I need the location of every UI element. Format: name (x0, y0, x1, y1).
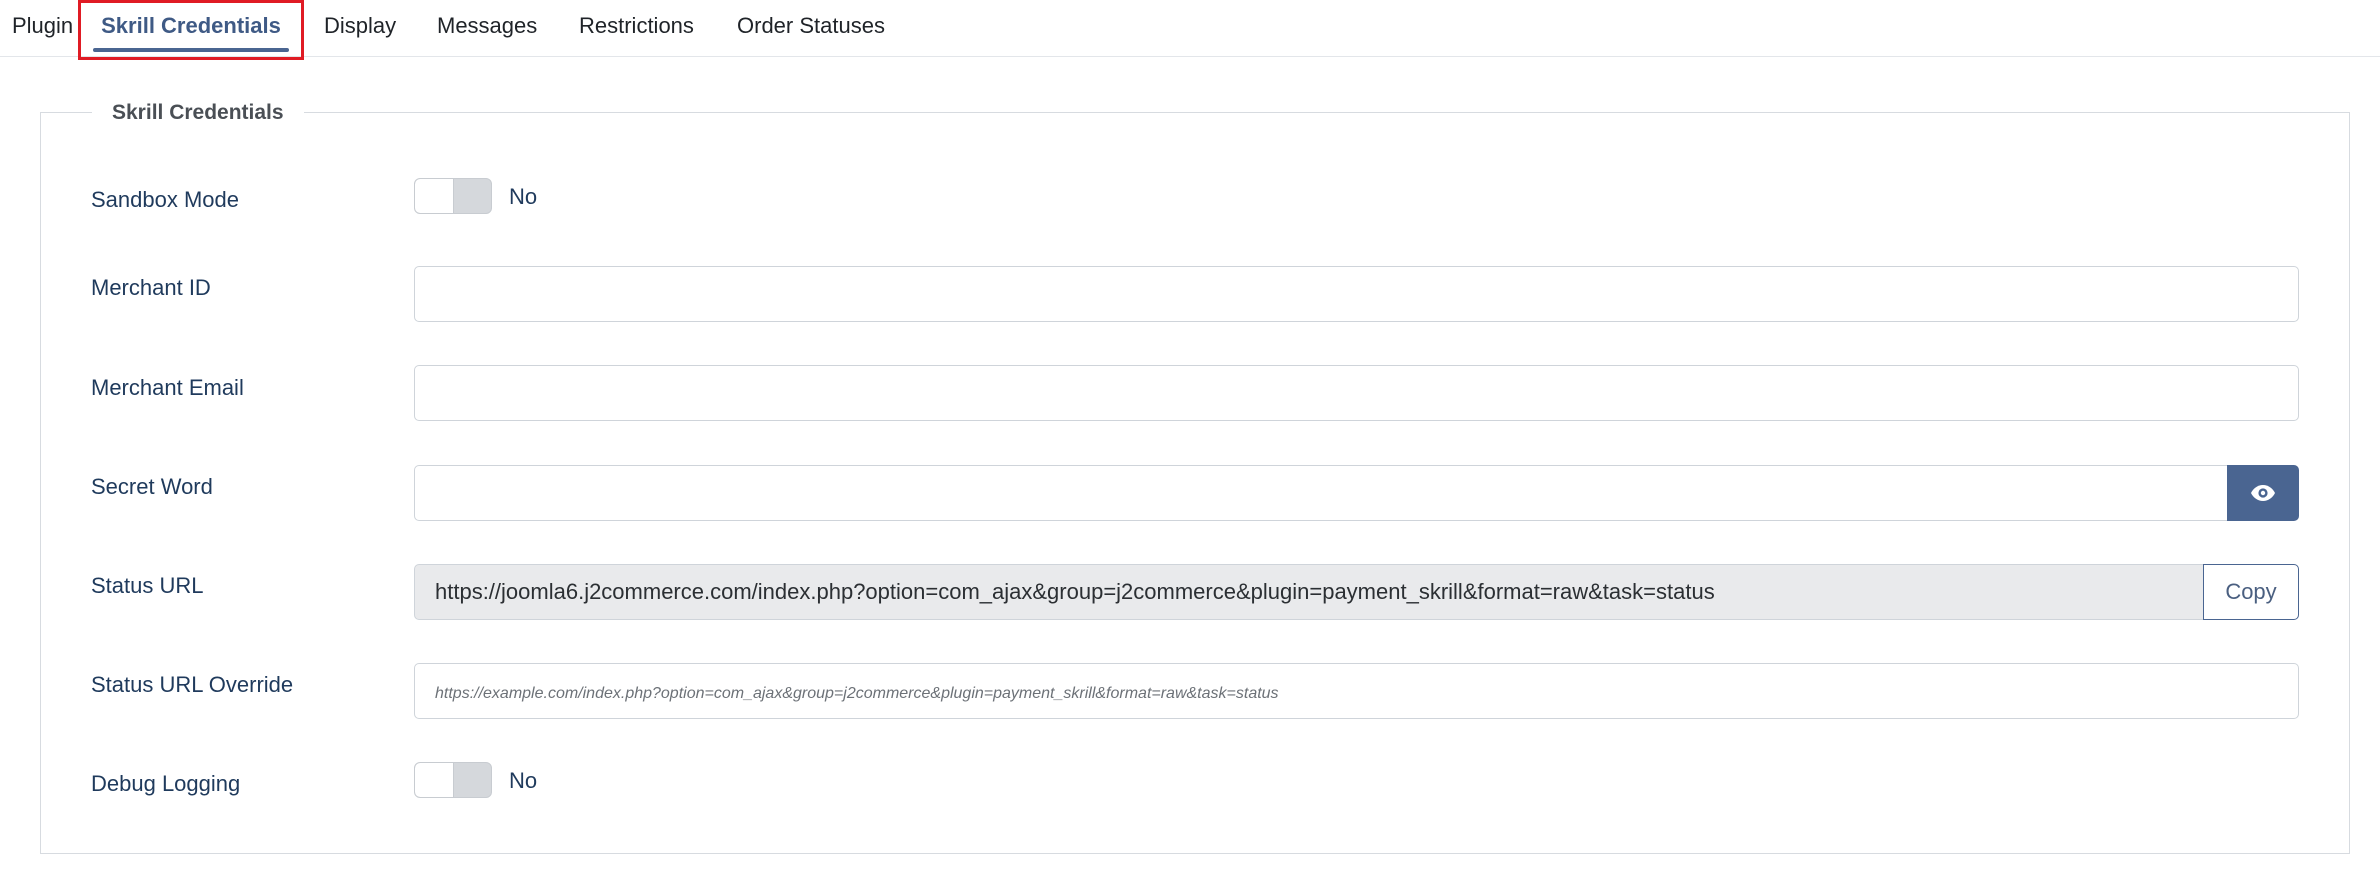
secret-word-field[interactable] (414, 465, 2228, 521)
merchant-email-field[interactable] (414, 365, 2299, 421)
sandbox-mode-state: No (509, 184, 538, 209)
status-url-override-label: Status URL Override (91, 672, 294, 697)
sandbox-mode-label: Sandbox Mode (91, 187, 239, 212)
fieldset-legend: Skrill Credentials (92, 98, 304, 128)
merchant-email-label: Merchant Email (91, 375, 244, 400)
debug-logging-label: Debug Logging (91, 771, 241, 796)
show-password-button[interactable] (2227, 465, 2299, 521)
switch-knob (415, 179, 454, 213)
switch-knob (415, 763, 454, 797)
tab-display[interactable]: Display (324, 0, 396, 52)
tab-plugin[interactable]: Plugin (12, 0, 73, 52)
copy-button[interactable]: Copy (2203, 564, 2299, 620)
debug-logging-state: No (509, 768, 538, 793)
merchant-id-label: Merchant ID (91, 275, 211, 300)
tab-order-statuses[interactable]: Order Statuses (737, 0, 885, 52)
merchant-id-field[interactable] (414, 266, 2299, 322)
status-url-override-field[interactable] (414, 663, 2299, 719)
secret-word-label: Secret Word (91, 474, 213, 499)
sandbox-mode-switch[interactable] (414, 178, 492, 214)
tab-restrictions[interactable]: Restrictions (579, 0, 694, 52)
status-url-label: Status URL (91, 573, 204, 598)
debug-logging-switch[interactable] (414, 762, 492, 798)
eye-icon (2251, 485, 2275, 501)
status-url-field[interactable] (414, 564, 2204, 620)
highlight-box (78, 0, 304, 60)
tab-messages[interactable]: Messages (437, 0, 537, 52)
tab-bar: Plugin Skrill Credentials Display Messag… (0, 0, 2380, 57)
